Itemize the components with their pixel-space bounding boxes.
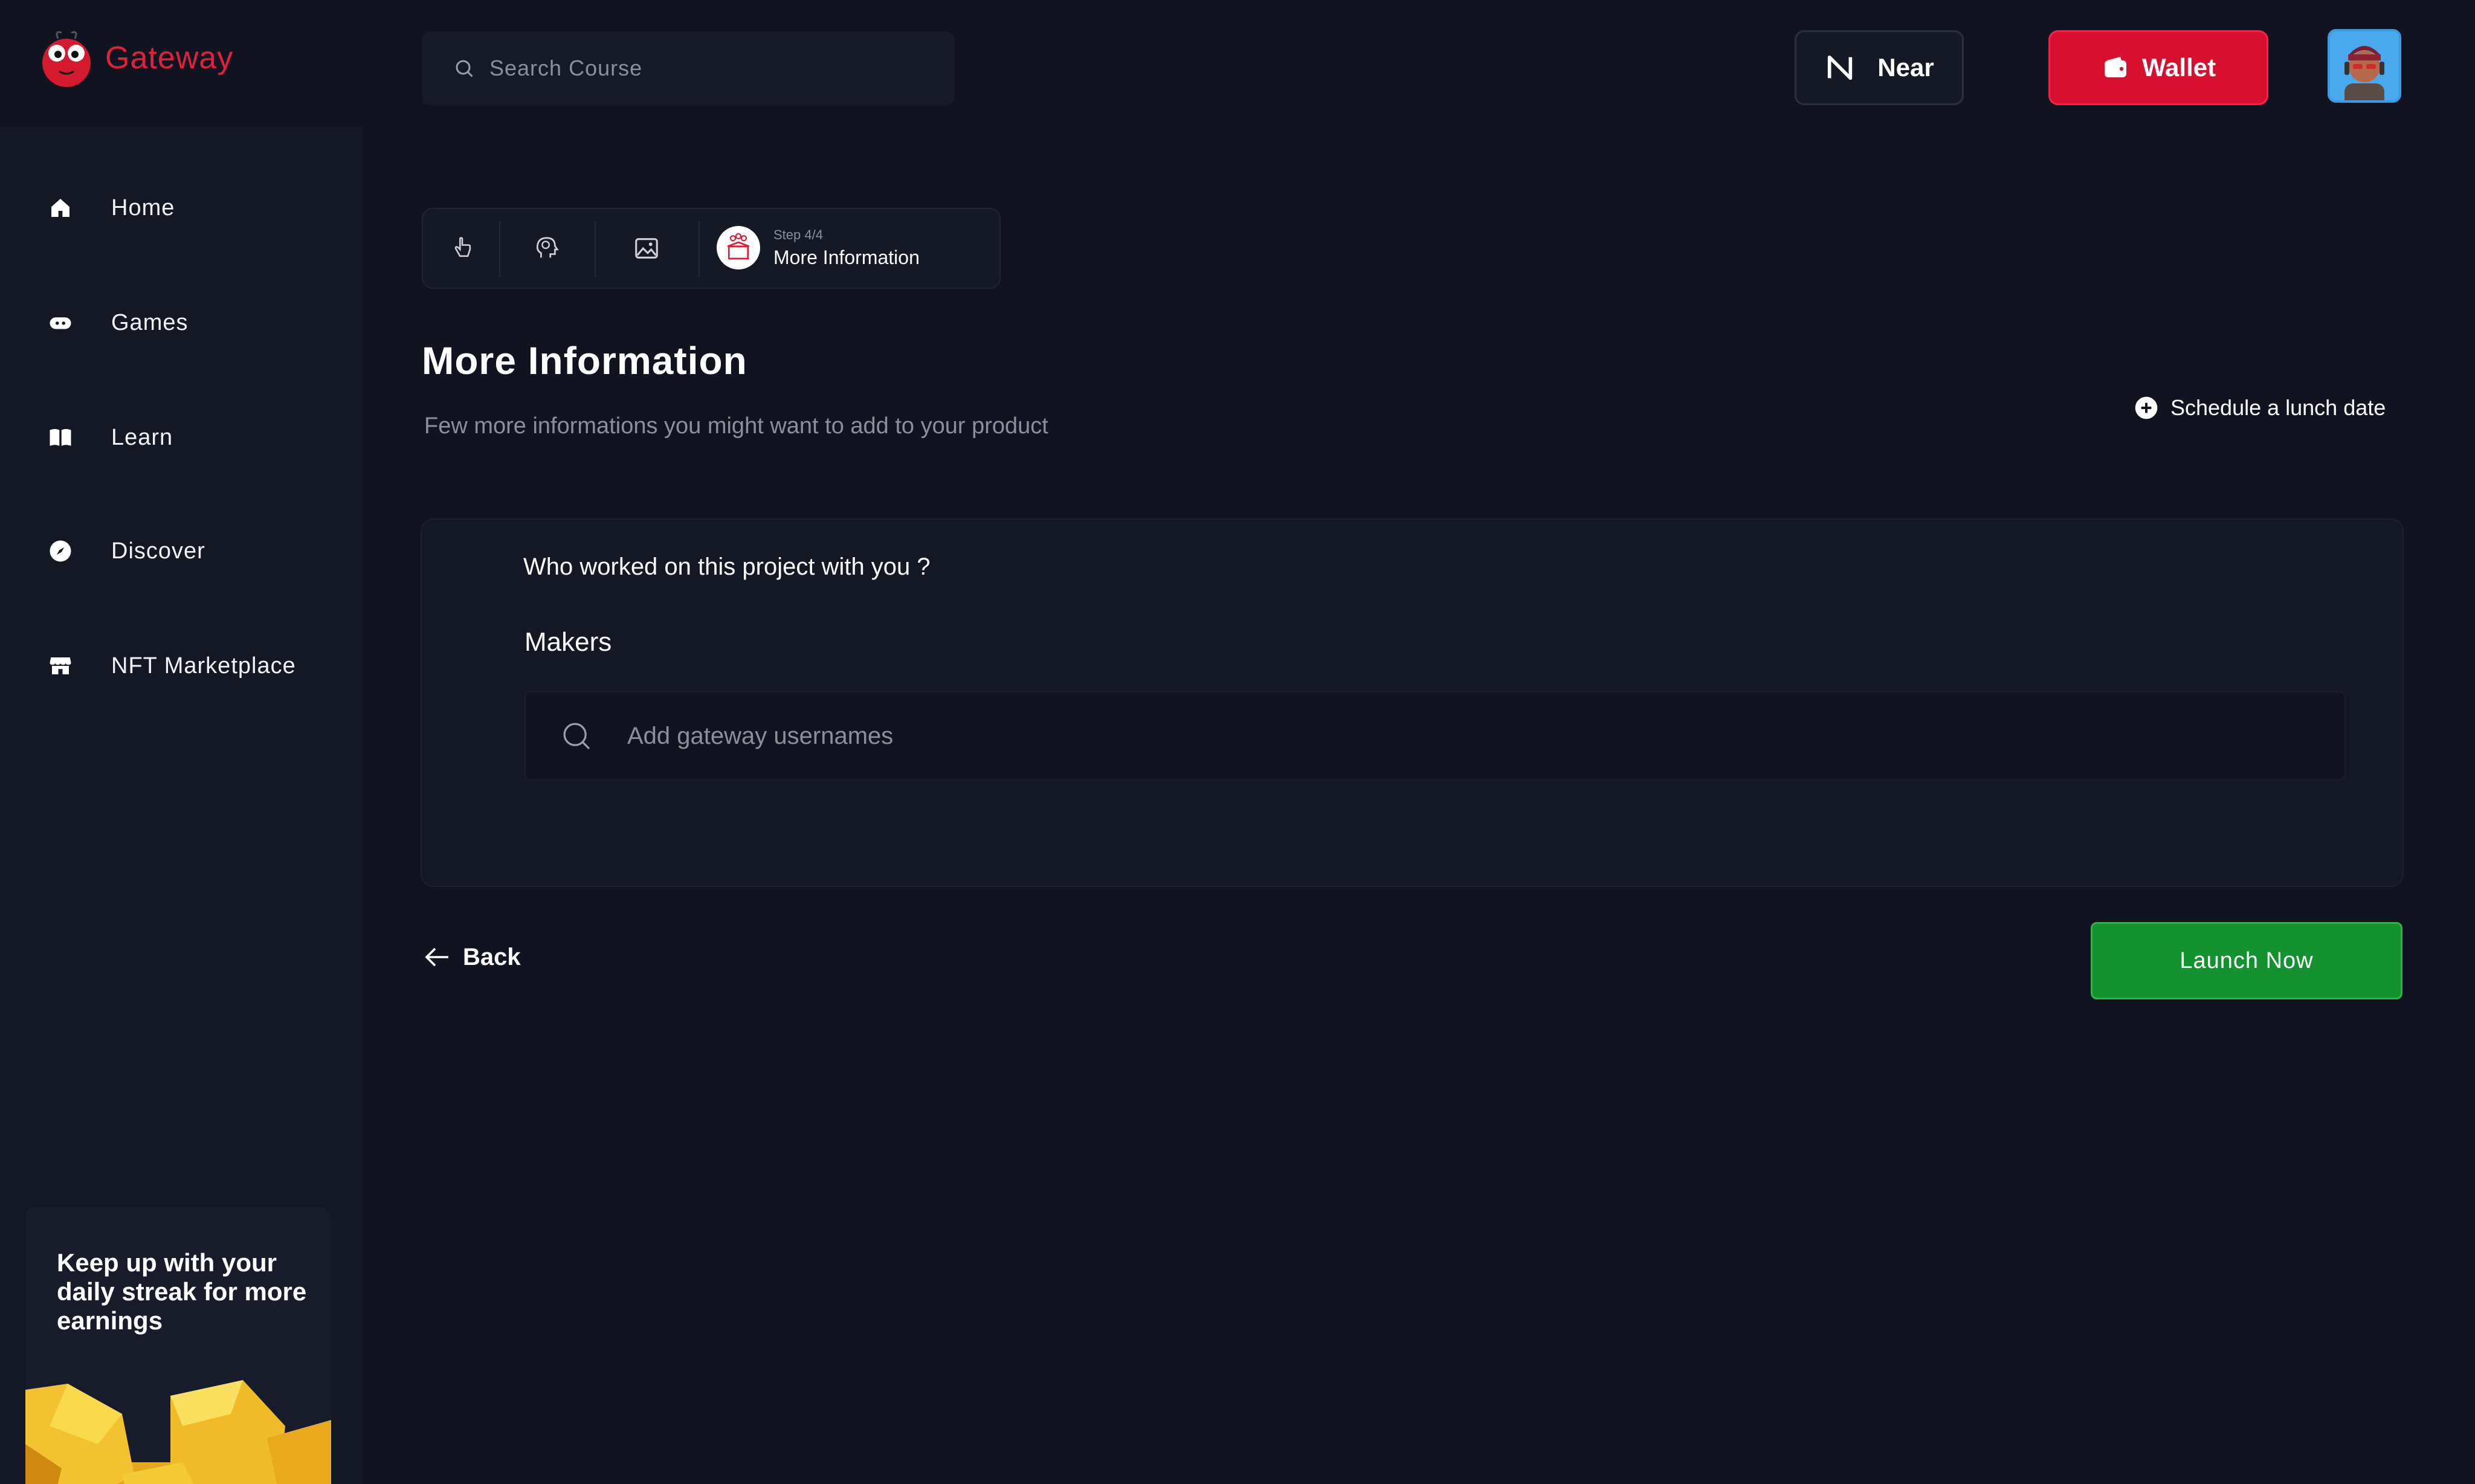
step-1[interactable] [429,209,495,288]
daily-streak-promo-card[interactable]: Keep up with your daily streak for more … [25,1207,331,1484]
step-divider [699,221,700,277]
usernames-placeholder: Add gateway usernames [627,722,894,749]
gamepad-icon [47,309,74,336]
brand-logo[interactable]: Gateway [36,16,254,100]
step-divider [595,221,596,277]
step-4-active[interactable] [717,226,760,269]
schedule-lunch-button[interactable]: Schedule a lunch date [2134,395,2386,421]
head-brain-icon [536,237,559,258]
back-button[interactable]: Back [423,943,521,972]
launch-stepper: Step 4/4 More Information [422,208,1001,289]
wallet-icon [2104,57,2126,77]
sidebar-item-label: Learn [111,424,173,450]
hand-pointer-icon [454,237,471,257]
user-avatar[interactable] [2328,29,2401,103]
sidebar-item-learn[interactable]: Learn [47,413,173,462]
product-box-icon [727,233,750,260]
step-3[interactable] [598,209,695,288]
sidebar-item-discover[interactable]: Discover [47,527,205,575]
sidebar-item-label: NFT Marketplace [111,653,296,679]
brand-name: Gateway [105,40,234,76]
back-button-label: Back [463,943,521,970]
plus-circle-icon [2135,396,2158,419]
makers-label: Makers [524,627,612,657]
book-icon [47,424,74,451]
sidebar-item-label: Discover [111,538,205,564]
step-divider [499,221,500,277]
sidebar-item-games[interactable]: Games [47,298,188,347]
gateway-usernames-input[interactable]: Add gateway usernames [524,691,2346,781]
gateway-mascot-icon [42,31,91,87]
wallet-button[interactable]: Wallet [2048,30,2268,105]
step-title: More Information [773,247,920,268]
search-placeholder: Search Course [489,56,643,80]
avatar-image [2330,31,2399,100]
wallet-button-label: Wallet [2141,53,2216,82]
page-title: More Information [422,339,747,382]
gold-crystals-illustration [25,1380,331,1484]
image-icon [635,238,658,259]
home-icon [47,195,74,221]
sidebar-item-home[interactable]: Home [47,184,175,232]
compass-icon [47,538,74,564]
makers-card: Who worked on this project with you ? Ma… [421,518,2404,887]
search-course-field[interactable]: Search Course [422,31,955,105]
near-logo-icon [1828,55,1853,80]
search-icon [563,723,590,750]
app-root: Gateway Search Course Near Wallet Keep u… [0,0,2475,1484]
arrow-left-icon [425,947,448,967]
promo-text: Keep up with your daily streak for more … [57,1248,307,1335]
sidebar-item-label: Games [111,309,189,335]
search-icon [456,60,473,77]
store-icon [47,653,74,679]
launch-now-button[interactable]: Launch Now [2091,922,2402,999]
launch-button-label: Launch Now [2180,947,2314,973]
makers-question: Who worked on this project with you ? [523,553,931,580]
near-button-label: Near [1877,53,1934,82]
step-count: Step 4/4 [773,227,823,242]
step-2[interactable] [502,209,592,288]
page-subtitle: Few more informations you might want to … [424,413,1048,439]
sidebar-item-label: Home [111,195,175,221]
near-network-button[interactable]: Near [1795,30,1964,105]
schedule-label: Schedule a lunch date [2170,395,2386,420]
sidebar-item-nft-marketplace[interactable]: NFT Marketplace [47,642,296,690]
